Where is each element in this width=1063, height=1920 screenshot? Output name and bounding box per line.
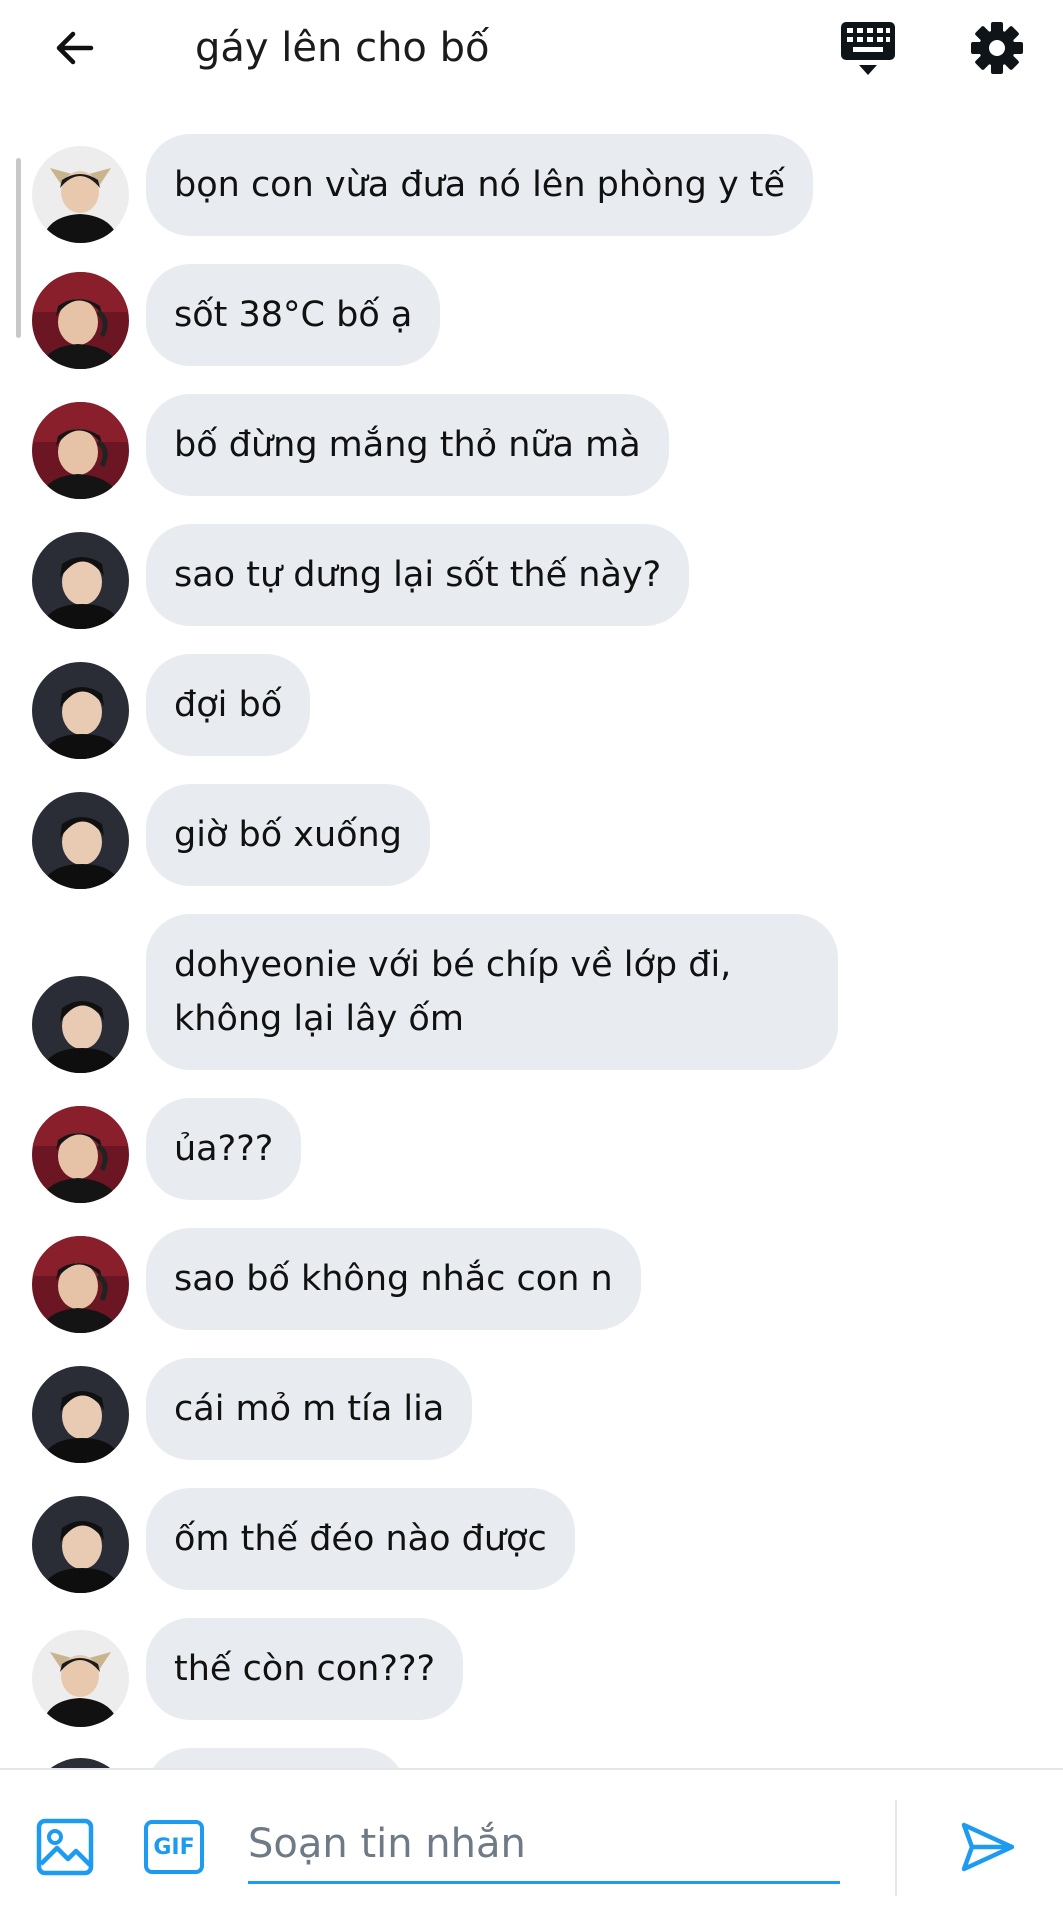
message-bubble[interactable]: dohyeonie với bé chíp về lớp đi, không l…	[146, 914, 838, 1070]
conversation-header: gáy lên cho bố	[0, 0, 1063, 96]
user-avatar-image	[32, 532, 129, 629]
arrow-left-icon	[56, 31, 94, 65]
avatar[interactable]	[32, 662, 129, 759]
avatar[interactable]	[32, 1366, 129, 1463]
send-icon	[961, 1822, 1015, 1872]
gear-icon	[971, 22, 1023, 74]
message-bubble[interactable]: cái mỏ m tía lia	[146, 1358, 473, 1460]
user-avatar-image	[32, 272, 129, 369]
message-list: bọn con vừa đưa nó lên phòng y tế sốt 38…	[0, 96, 1063, 1768]
message-input[interactable]	[248, 1806, 840, 1884]
user-avatar-image	[32, 1366, 129, 1463]
user-avatar-image	[32, 1630, 129, 1727]
user-avatar-image	[32, 976, 129, 1073]
avatar[interactable]	[32, 272, 129, 369]
avatar[interactable]	[32, 146, 129, 243]
message-bubble[interactable]	[146, 1748, 406, 1768]
send-button[interactable]	[955, 1814, 1021, 1880]
keyboard-icon	[841, 22, 895, 75]
avatar[interactable]	[32, 1630, 129, 1727]
avatar[interactable]	[32, 1236, 129, 1333]
gif-button[interactable]: GIF	[144, 1820, 204, 1874]
avatar[interactable]	[32, 402, 129, 499]
message-bubble[interactable]: giờ bố xuống	[146, 784, 430, 886]
user-avatar-image	[32, 402, 129, 499]
attach-image-button[interactable]	[34, 1816, 96, 1878]
user-avatar-image	[32, 792, 129, 889]
keyboard-button[interactable]	[833, 16, 903, 80]
message-bubble[interactable]: đợi bố	[146, 654, 311, 756]
avatar[interactable]	[32, 1758, 129, 1768]
avatar[interactable]	[32, 976, 129, 1073]
message-bubble[interactable]: sao tự dưng lại sốt thế này?	[146, 524, 690, 626]
back-button[interactable]	[45, 18, 105, 78]
user-avatar-image	[32, 1236, 129, 1333]
user-avatar-image	[32, 662, 129, 759]
conversation-title: gáy lên cho bố	[195, 25, 490, 71]
message-bubble[interactable]: ốm thế đéo nào được	[146, 1488, 575, 1590]
message-bubble[interactable]: ủa???	[146, 1098, 302, 1200]
message-composer: GIF	[0, 1768, 1063, 1920]
message-bubble[interactable]: bố đừng mắng thỏ nữa mà	[146, 394, 669, 496]
message-bubble[interactable]: thế còn con???	[146, 1618, 464, 1720]
message-bubble[interactable]: bọn con vừa đưa nó lên phòng y tế	[146, 134, 814, 236]
message-bubble[interactable]: sốt 38°C bố ạ	[146, 264, 441, 366]
image-icon	[36, 1818, 94, 1876]
user-avatar-image	[32, 1496, 129, 1593]
avatar[interactable]	[32, 792, 129, 889]
user-avatar-image	[32, 146, 129, 243]
avatar[interactable]	[32, 532, 129, 629]
avatar[interactable]	[32, 1106, 129, 1203]
divider	[895, 1800, 897, 1896]
settings-button[interactable]	[965, 16, 1029, 80]
message-bubble[interactable]: sao bố không nhắc con n	[146, 1228, 641, 1330]
user-avatar-image	[32, 1106, 129, 1203]
avatar[interactable]	[32, 1496, 129, 1593]
